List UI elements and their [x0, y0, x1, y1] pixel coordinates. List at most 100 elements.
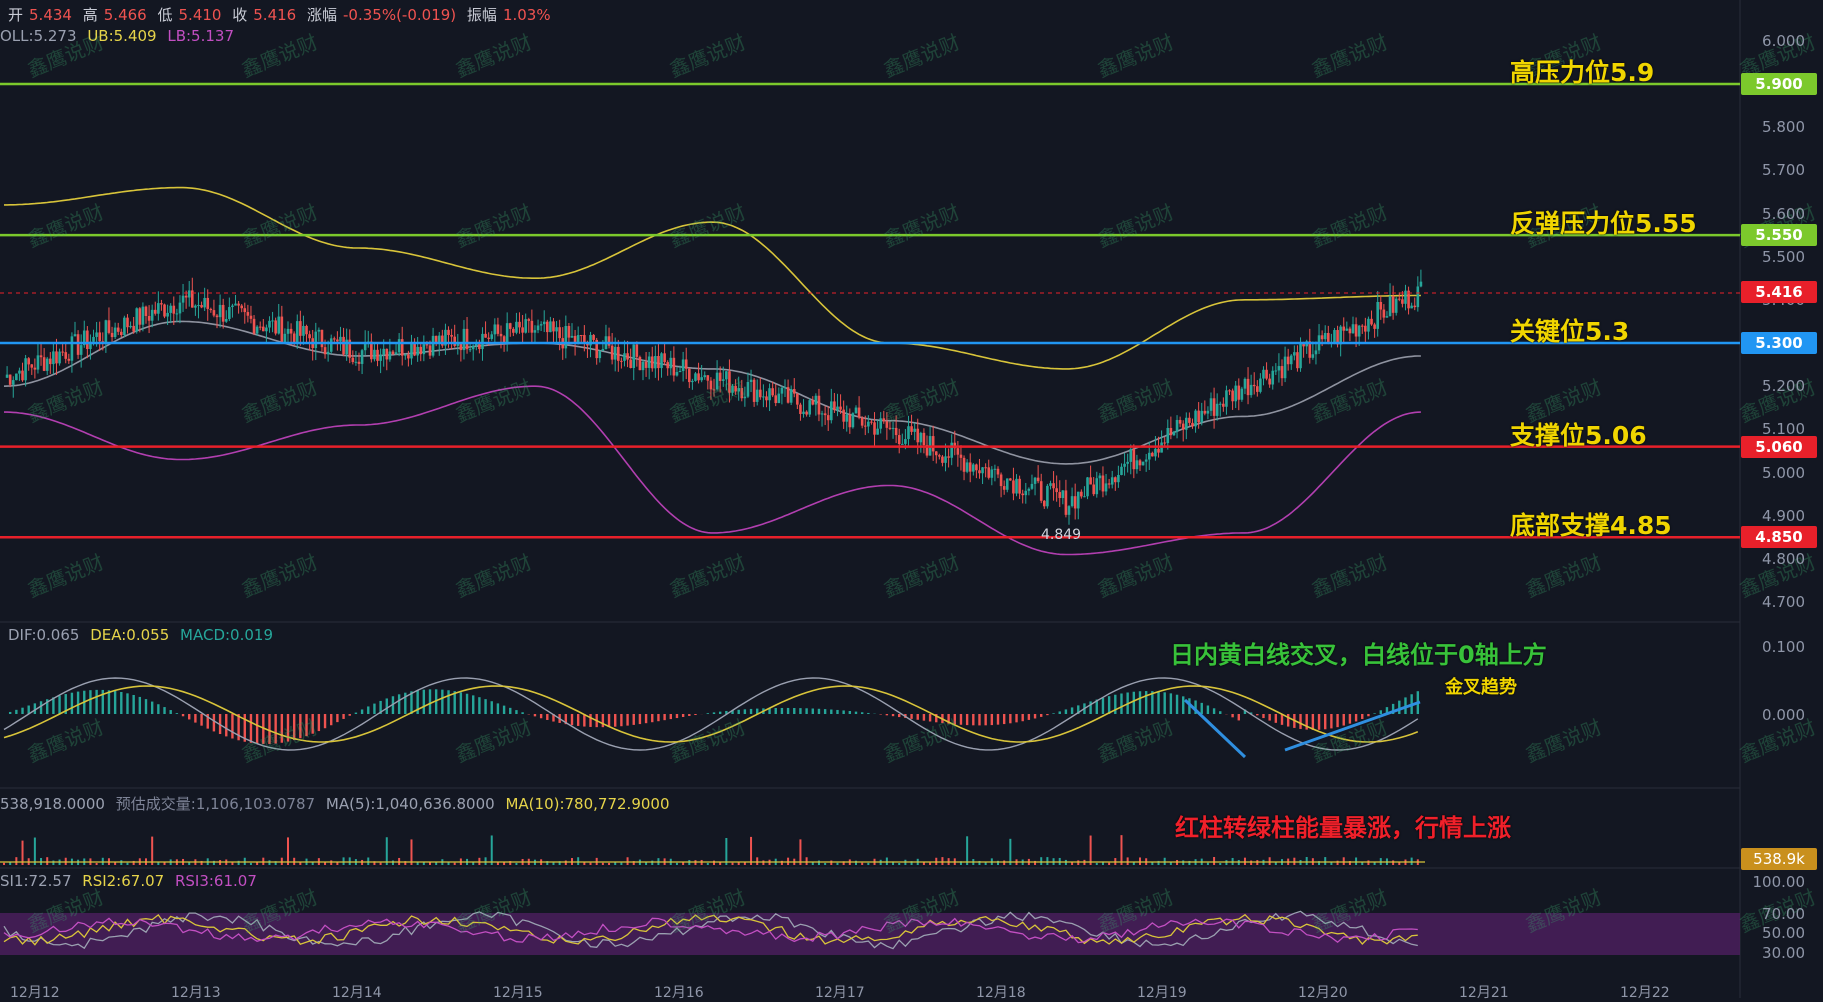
macd-bar: [694, 714, 696, 715]
macd-bar: [194, 714, 196, 723]
candle-body: [416, 347, 419, 356]
candle-body: [1133, 449, 1136, 469]
volume-bar: [1269, 857, 1271, 865]
candle-body: [176, 313, 179, 314]
candle-body: [1284, 357, 1287, 379]
candle-body: [524, 319, 527, 333]
macd-bar: [608, 714, 610, 727]
level-price-tag: 5.060: [1741, 436, 1817, 458]
candle-body: [1099, 476, 1102, 479]
candle-body: [778, 394, 781, 403]
candle-body: [154, 310, 157, 314]
volume-bar: [1164, 858, 1166, 865]
macd-bar: [910, 714, 912, 719]
candle-body: [1321, 335, 1324, 339]
volume-bar: [485, 857, 487, 865]
candle-body: [682, 359, 685, 371]
volume-bar: [1306, 857, 1308, 865]
chart-stage[interactable]: 鑫鹰说财鑫鹰说财鑫鹰说财鑫鹰说财鑫鹰说财鑫鹰说财鑫鹰说财鑫鹰说财鑫鹰说财鑫鹰说财…: [0, 0, 1823, 998]
candle-body: [1018, 479, 1021, 494]
macd-bar: [1145, 691, 1147, 714]
volume-bar: [299, 862, 301, 865]
candle-body: [1281, 366, 1284, 378]
candle-body: [327, 352, 330, 354]
golden-cross-note: 金叉趋势: [1445, 673, 1517, 699]
macd-bar: [898, 714, 900, 717]
candle-body: [407, 355, 410, 359]
candle-body: [759, 390, 762, 398]
level-label: 支撑位5.06: [1510, 416, 1647, 452]
volume-bar: [867, 863, 869, 865]
level-label: 底部支撑4.85: [1510, 506, 1672, 542]
volume-tag: 538.9k: [1741, 848, 1817, 870]
candle-body: [210, 309, 213, 310]
volume-bar: [1337, 861, 1339, 865]
volume-bar: [1170, 862, 1172, 865]
candle-body: [1000, 474, 1003, 486]
candle-body: [639, 357, 642, 370]
candle-body: [95, 332, 98, 337]
rsi-tick-label: 100.00: [1725, 873, 1805, 891]
volume-bar: [732, 863, 734, 865]
candle-body: [169, 306, 172, 313]
macd-bar: [954, 714, 956, 724]
candle-body: [873, 422, 876, 434]
macd-bar: [713, 712, 715, 714]
macd-bar: [311, 714, 313, 734]
candle-body: [1312, 354, 1315, 358]
candle-body: [1376, 302, 1379, 329]
low-label: 低: [158, 6, 173, 24]
date-tick-label: 12月12: [10, 982, 60, 1002]
candle-body: [1299, 344, 1302, 369]
macd-bar: [466, 694, 468, 714]
macd-bar: [824, 709, 826, 714]
volume-bar: [787, 858, 789, 865]
macd-tick-label: 0.100: [1725, 638, 1805, 656]
macd-bar: [293, 714, 295, 740]
macd-bar: [281, 714, 283, 743]
macd-bar: [77, 692, 79, 714]
candle-body: [901, 444, 904, 445]
candle-body: [808, 400, 811, 414]
macd-bar: [1108, 696, 1110, 714]
candle-body: [1324, 333, 1327, 339]
macd-bar: [213, 714, 215, 731]
candle-body: [1157, 449, 1160, 453]
candle-body: [947, 456, 950, 457]
candle-body: [648, 356, 651, 367]
candle-body: [1129, 449, 1132, 462]
candle-body: [108, 320, 111, 333]
macd-bar: [163, 707, 165, 714]
volume-bar: [287, 837, 289, 865]
candle-body: [568, 326, 571, 338]
candle-body: [1383, 310, 1386, 318]
candle-body: [669, 358, 672, 368]
candle-body: [654, 356, 657, 368]
candle-body: [55, 351, 58, 363]
volume-bar: [515, 863, 517, 865]
volume-bar: [590, 863, 592, 865]
macd-bar: [1330, 714, 1332, 728]
macd-bar: [355, 713, 357, 714]
candle-body: [691, 381, 694, 382]
volume-bar: [1392, 860, 1394, 865]
macd-bar: [1231, 714, 1233, 717]
volume-bar: [1207, 863, 1209, 865]
macd-bar: [151, 702, 153, 714]
boll-mid: OLL:5.273: [0, 27, 77, 45]
chart-svg[interactable]: [0, 0, 1823, 998]
macd-bar: [145, 699, 147, 714]
volume-bar: [244, 858, 246, 865]
level-price-tag: 5.300: [1741, 332, 1817, 354]
candle-body: [1287, 357, 1290, 365]
close-label: 收: [232, 6, 247, 24]
volume-value: 538,918.0000: [0, 795, 105, 813]
candle-body: [385, 349, 388, 360]
candle-body: [46, 359, 49, 371]
candle-body: [274, 320, 277, 333]
macd-bar: [176, 713, 178, 714]
macd-bar: [830, 710, 832, 714]
volume-bar: [620, 863, 622, 865]
volume-bar: [762, 860, 764, 865]
candle-body: [833, 401, 836, 410]
